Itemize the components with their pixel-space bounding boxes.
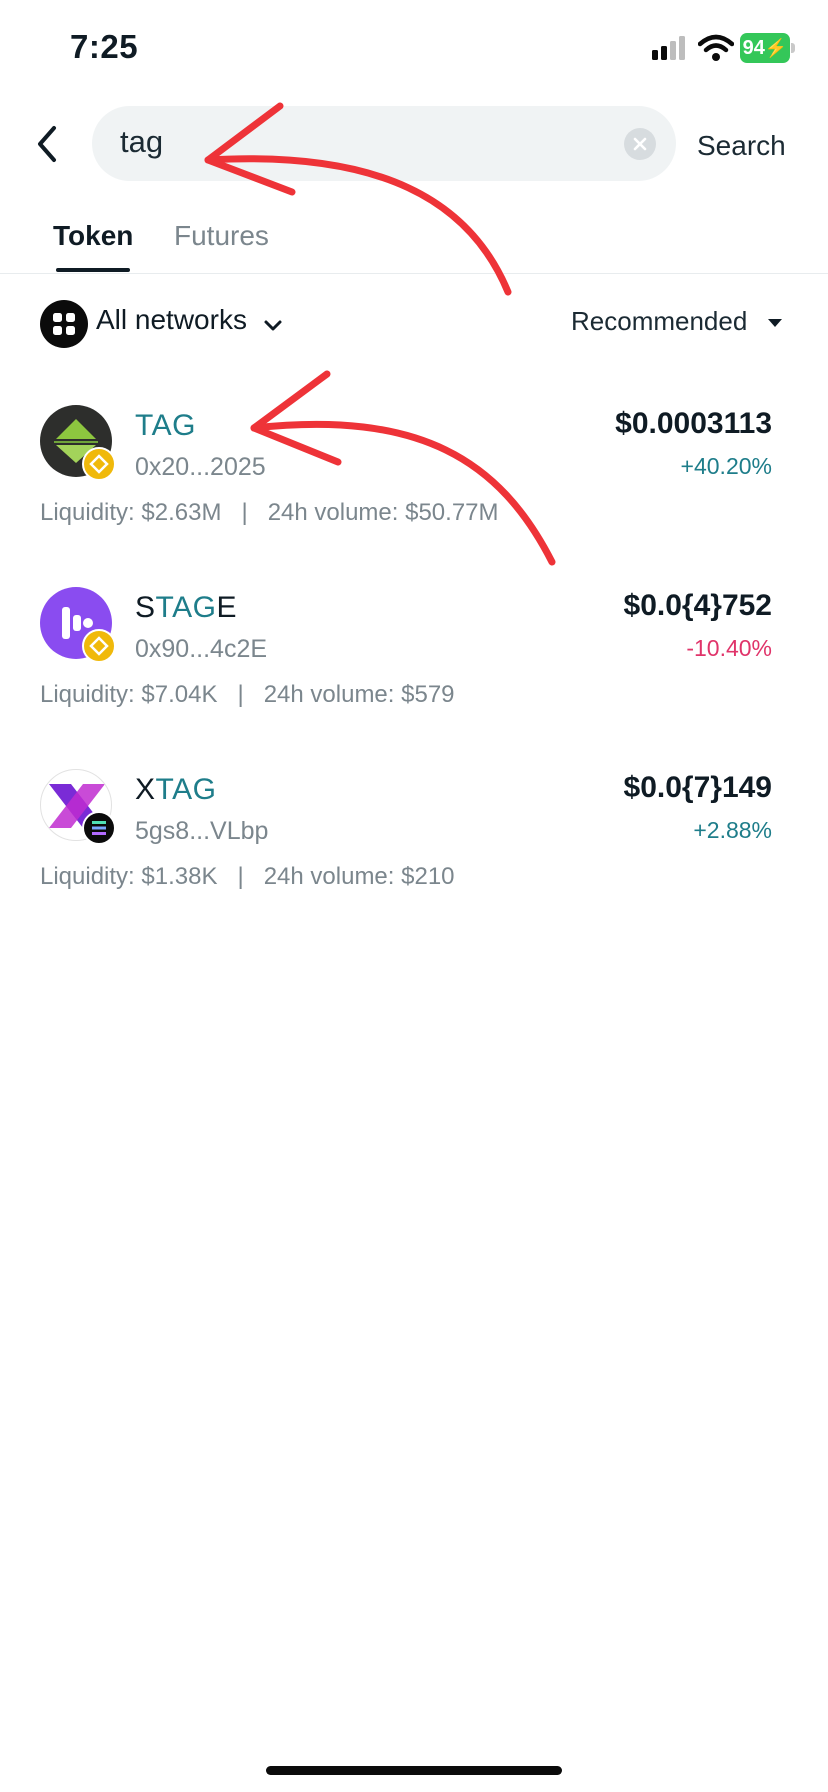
token-volume: 24h volume: $579 <box>263 681 455 708</box>
token-name: TAG <box>135 409 196 443</box>
status-time: 7:25 <box>70 28 139 65</box>
token-change: -10.40% <box>686 635 772 661</box>
stats-separator: | <box>237 681 244 708</box>
token-change: +40.20% <box>680 453 772 479</box>
token-liquidity: Liquidity: $2.63M <box>40 499 222 526</box>
token-name: XTAG <box>135 773 216 807</box>
search-query-text[interactable]: tag <box>120 124 163 160</box>
token-address: 0x20...2025 <box>135 453 266 481</box>
token-row[interactable]: STAGE 0x90...4c2E $0.0{4}752 -10.40% Liq… <box>0 587 828 767</box>
bnb-icon <box>82 447 116 481</box>
token-price: $0.0003113 <box>615 407 772 440</box>
token-name-prefix: X <box>135 773 156 806</box>
token-address: 5gs8...VLbp <box>135 817 269 845</box>
battery-icon: 94 ⚡ <box>740 33 790 63</box>
back-icon[interactable] <box>32 124 62 164</box>
stats-separator: | <box>237 863 244 890</box>
clear-search-icon[interactable] <box>624 128 656 160</box>
battery-level: 94 <box>742 36 765 59</box>
token-price: $0.0{7}149 <box>623 771 772 804</box>
tabs-divider <box>0 273 828 274</box>
token-stats: Liquidity: $1.38K | 24h volume: $210 <box>40 863 455 891</box>
tab-futures[interactable]: Futures <box>174 220 269 252</box>
network-filter[interactable]: All networks <box>96 304 247 336</box>
token-name-match: TAG <box>155 773 217 806</box>
search-button[interactable]: Search <box>697 130 786 162</box>
charging-bolt-icon: ⚡ <box>764 37 788 58</box>
search-input[interactable]: tag <box>92 106 676 181</box>
tab-token[interactable]: Token <box>53 220 133 252</box>
sort-dropdown[interactable]: Recommended <box>571 306 747 337</box>
cellular-signal-icon <box>652 36 685 60</box>
token-name: STAGE <box>135 591 237 625</box>
chevron-down-icon[interactable] <box>262 318 284 334</box>
wifi-icon <box>698 34 734 61</box>
token-name-prefix: S <box>135 591 156 624</box>
token-name-match: TAG <box>155 591 217 624</box>
caret-down-icon[interactable] <box>766 316 784 330</box>
token-volume: 24h volume: $50.77M <box>267 499 499 526</box>
token-liquidity: Liquidity: $7.04K <box>40 681 218 708</box>
token-price: $0.0{4}752 <box>623 589 772 622</box>
token-name-suffix: E <box>216 591 237 624</box>
home-indicator <box>266 1766 562 1775</box>
token-name-match: TAG <box>135 409 196 442</box>
networks-grid-icon[interactable] <box>40 300 88 348</box>
active-tab-indicator <box>56 268 130 272</box>
bnb-icon <box>82 629 116 663</box>
token-change: +2.88% <box>693 817 772 843</box>
stats-separator: | <box>241 499 248 526</box>
token-stats: Liquidity: $2.63M | 24h volume: $50.77M <box>40 499 499 527</box>
token-row[interactable]: XTAG 5gs8...VLbp $0.0{7}149 +2.88% Liqui… <box>0 769 828 949</box>
token-row[interactable]: TAG 0x20...2025 $0.0003113 +40.20% Liqui… <box>0 405 828 585</box>
solana-icon <box>82 811 116 845</box>
token-liquidity: Liquidity: $1.38K <box>40 863 218 890</box>
token-address: 0x90...4c2E <box>135 635 268 663</box>
token-stats: Liquidity: $7.04K | 24h volume: $579 <box>40 681 455 709</box>
token-volume: 24h volume: $210 <box>263 863 455 890</box>
battery-cap <box>791 43 795 53</box>
